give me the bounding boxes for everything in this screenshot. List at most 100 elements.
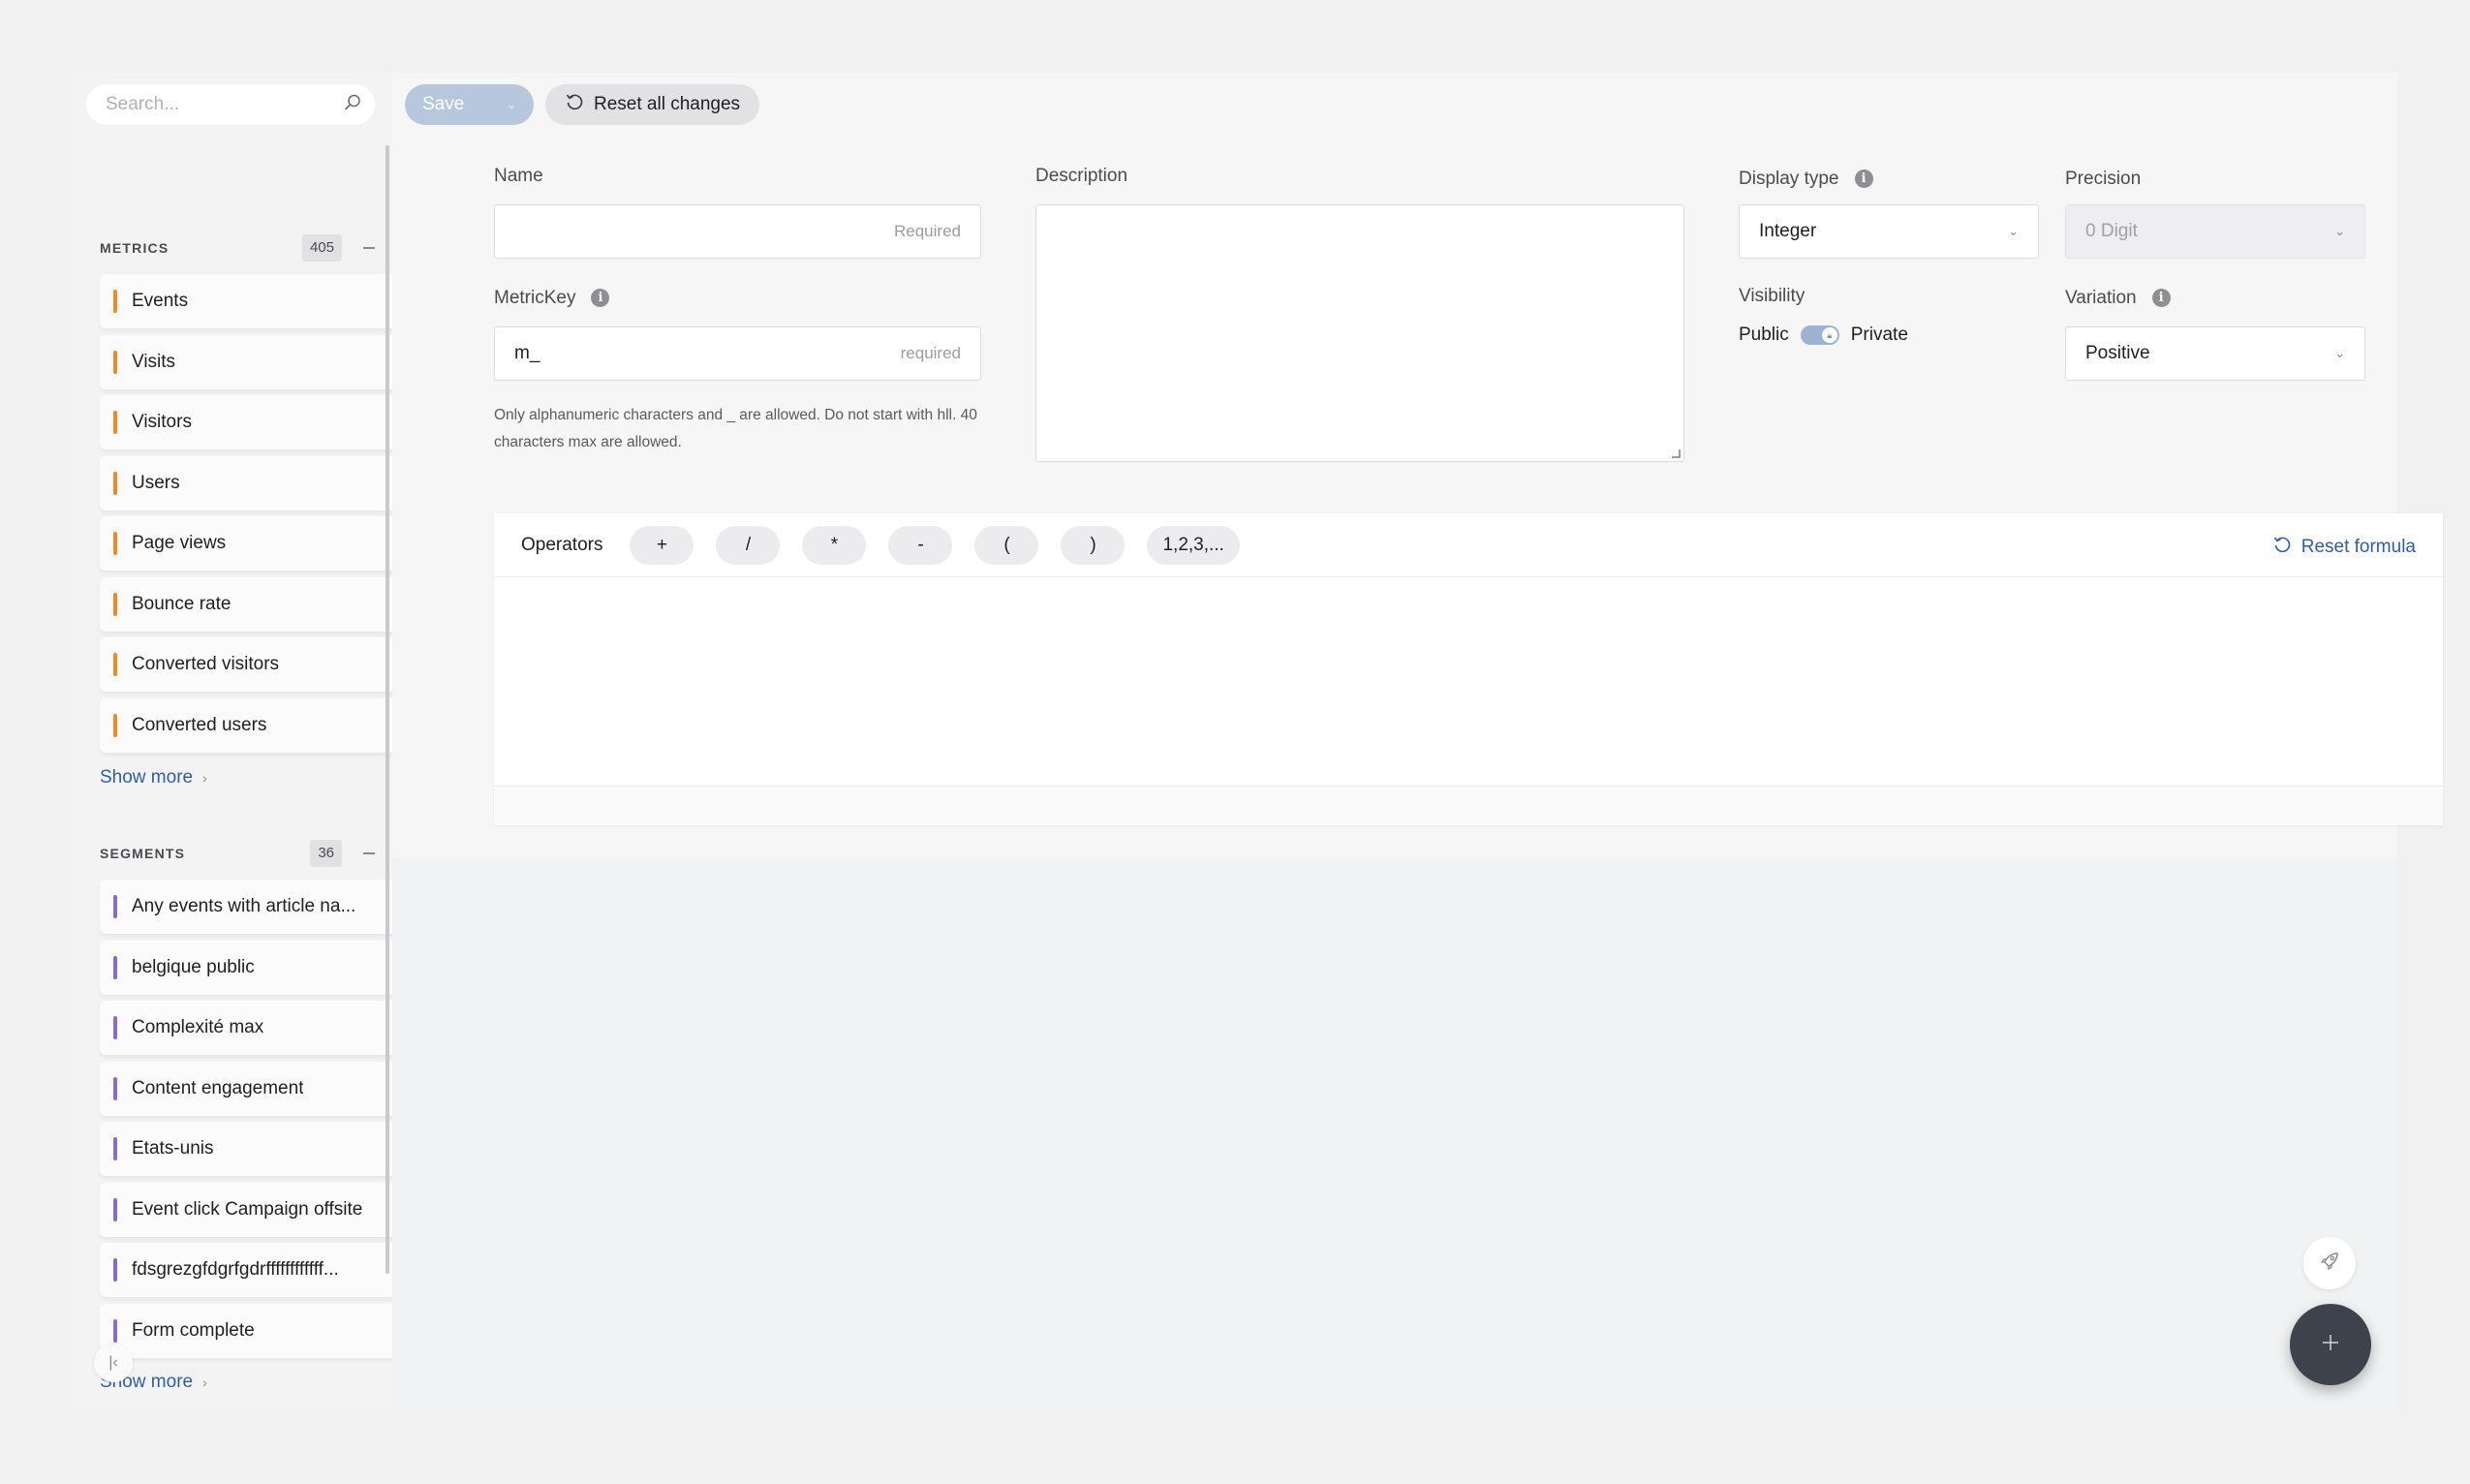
reset-formula-button[interactable]: Reset formula	[2272, 535, 2416, 560]
formula-panel: Operators + / * -() 1,2,3,... Reset formula	[494, 513, 2443, 825]
segments-list: Any events with article na... belgique pu…	[100, 880, 441, 1364]
color-bar	[113, 895, 117, 918]
reset-all-changes-label: Reset all changes	[594, 94, 741, 114]
color-bar	[113, 290, 117, 313]
list-item[interactable]: Etats-unis	[100, 1122, 441, 1176]
list-item[interactable]: Visitors	[100, 395, 441, 449]
color-bar	[113, 713, 117, 737]
search-box[interactable]	[86, 84, 375, 125]
list-item-label: Etats-unis	[132, 1138, 214, 1159]
metrics-list: Events Visits Visitors Users Page views Bounc…	[100, 274, 441, 758]
operator-button[interactable]: +	[630, 525, 695, 565]
info-icon[interactable]: i	[2151, 289, 2171, 308]
display-type-label: Display type	[1739, 169, 1839, 189]
list-item-label: Converted visitors	[132, 654, 280, 674]
list-item[interactable]: Event click Campaign offsite	[100, 1182, 441, 1237]
resize-handle-icon[interactable]	[1672, 449, 1681, 458]
reset-formula-label: Reset formula	[2300, 537, 2416, 557]
show-more-label: Show more	[100, 767, 194, 788]
list-item-label: Event click Campaign offsite	[132, 1198, 363, 1220]
search-input[interactable]	[106, 94, 343, 115]
operator-button[interactable]: /	[716, 525, 781, 565]
operators-label: Operators	[521, 534, 603, 555]
list-item-label: Visitors	[132, 412, 192, 432]
chevron-down-icon[interactable]: ⌄	[507, 98, 516, 111]
operator-button[interactable]: )	[1061, 525, 1126, 565]
display-type-label-row: Display type i	[1739, 169, 1873, 190]
list-item-label: Page views	[132, 533, 227, 553]
segments-title: SEGMENTS	[100, 846, 186, 861]
collapse-left-icon: |‹	[108, 1354, 118, 1371]
list-item[interactable]: Complexité max	[100, 1001, 441, 1055]
metrics-show-more-link[interactable]: Show more ›	[100, 767, 207, 788]
list-item-label: Complexité max	[132, 1017, 264, 1037]
sidebar-scrollbar[interactable]	[386, 145, 389, 1274]
list-item[interactable]: Users	[100, 455, 441, 510]
list-item-label: Form complete	[132, 1319, 255, 1341]
list-item[interactable]: Converted visitors	[100, 637, 441, 692]
description-textarea[interactable]	[1035, 204, 1684, 462]
list-item[interactable]: Page views	[100, 516, 441, 571]
name-label: Name	[494, 166, 543, 186]
color-bar	[113, 1016, 117, 1039]
save-button[interactable]: Save ⌄	[405, 84, 534, 125]
display-type-select[interactable]: Integer ⌄	[1739, 204, 2039, 259]
metrics-count-badge: 405	[301, 234, 342, 262]
list-item[interactable]: Form complete	[100, 1303, 441, 1358]
color-bar	[113, 411, 117, 434]
formula-footer	[494, 787, 2443, 825]
list-item[interactable]: Converted users	[100, 697, 441, 753]
metrics-section-header: METRICS 405	[100, 233, 381, 263]
list-item-label: fdsgrezgfdgrfgdrffffffffffff...	[132, 1259, 339, 1280]
variation-label-row: Variation i	[2065, 288, 2171, 309]
collapse-sidebar-button[interactable]: |‹	[94, 1344, 133, 1382]
reset-icon	[2272, 535, 2292, 560]
color-bar	[113, 350, 117, 374]
list-item[interactable]: Content engagement	[100, 1061, 441, 1116]
list-item[interactable]: Any events with article na...	[100, 880, 441, 934]
precision-select: 0 Digit ⌄	[2065, 204, 2365, 259]
metric-key-help-text: Only alphanumeric characters and _ are a…	[494, 407, 977, 450]
list-item[interactable]: Events	[100, 274, 441, 328]
search-icon[interactable]	[343, 93, 362, 117]
metrics-title: METRICS	[100, 240, 170, 256]
metrics-collapse-icon[interactable]	[363, 247, 375, 249]
info-icon[interactable]: i	[1854, 170, 1873, 189]
formula-editor[interactable]	[494, 577, 2443, 787]
operator-button[interactable]: -	[888, 525, 953, 565]
segments-collapse-icon[interactable]	[363, 852, 375, 854]
color-bar	[113, 653, 117, 676]
name-field[interactable]: Required	[494, 204, 981, 259]
list-item[interactable]: belgique public	[100, 940, 441, 995]
variation-select[interactable]: Positive ⌄	[2065, 326, 2365, 381]
operator-button[interactable]: *	[802, 525, 867, 565]
operator-button[interactable]: (	[974, 525, 1039, 565]
metric-key-value: m_	[514, 343, 540, 363]
formula-operators-bar: Operators + / * -() 1,2,3,... Reset formula	[494, 513, 2443, 577]
rocket-button[interactable]	[2303, 1237, 2356, 1289]
metric-key-field[interactable]: m_ required	[494, 326, 981, 381]
visibility-toggle[interactable]: 🔒︎	[1800, 325, 1839, 345]
list-item-label: Events	[132, 291, 189, 311]
color-bar	[113, 532, 117, 555]
description-label: Description	[1035, 166, 1128, 186]
add-button[interactable]	[2290, 1304, 2371, 1385]
color-bar	[113, 1076, 117, 1100]
reset-icon	[565, 92, 584, 117]
operator-button[interactable]: 1,2,3,...	[1147, 525, 1240, 565]
segments-section-header: SEGMENTS 36	[100, 839, 381, 868]
main-content: Save ⌄ Reset all changes Name Required M…	[392, 73, 2443, 1409]
name-required-hint: Required	[894, 222, 961, 240]
rocket-icon	[2318, 1250, 2341, 1278]
list-item[interactable]: Bounce rate	[100, 576, 441, 632]
list-item[interactable]: Visits	[100, 334, 441, 389]
list-item-label: Bounce rate	[132, 593, 232, 614]
display-type-value: Integer	[1759, 221, 1817, 241]
list-item-label: Visits	[132, 351, 176, 372]
chevron-down-icon: ⌄	[2334, 346, 2345, 360]
reset-all-changes-button[interactable]: Reset all changes	[545, 84, 760, 125]
info-icon[interactable]: i	[591, 289, 610, 308]
list-item[interactable]: fdsgrezgfdgrfgdrffffffffffff...	[100, 1243, 441, 1297]
lock-icon: 🔒︎	[1821, 327, 1837, 343]
visibility-public-label: Public	[1739, 325, 1789, 345]
